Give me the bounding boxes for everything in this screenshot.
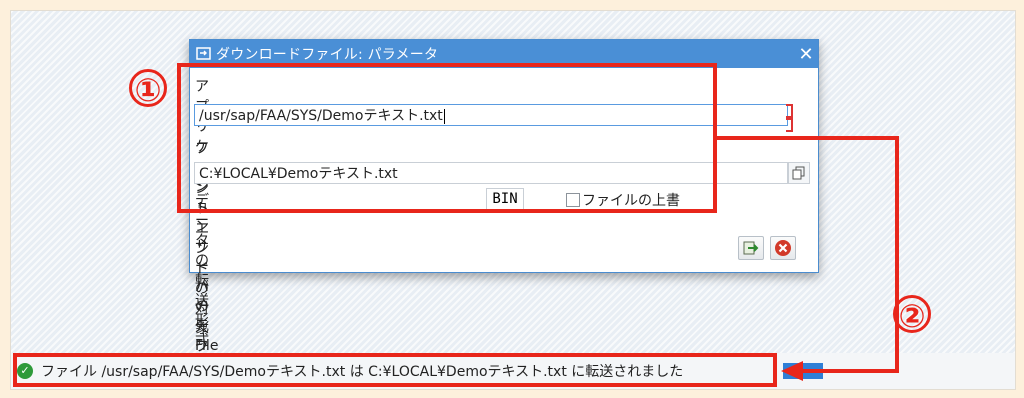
sap-screen: ダウンロードファイル: パラメータ ✕ アプリケーションサーバの元ファイル /u… — [10, 10, 1016, 390]
annotation-arrow — [717, 136, 899, 381]
